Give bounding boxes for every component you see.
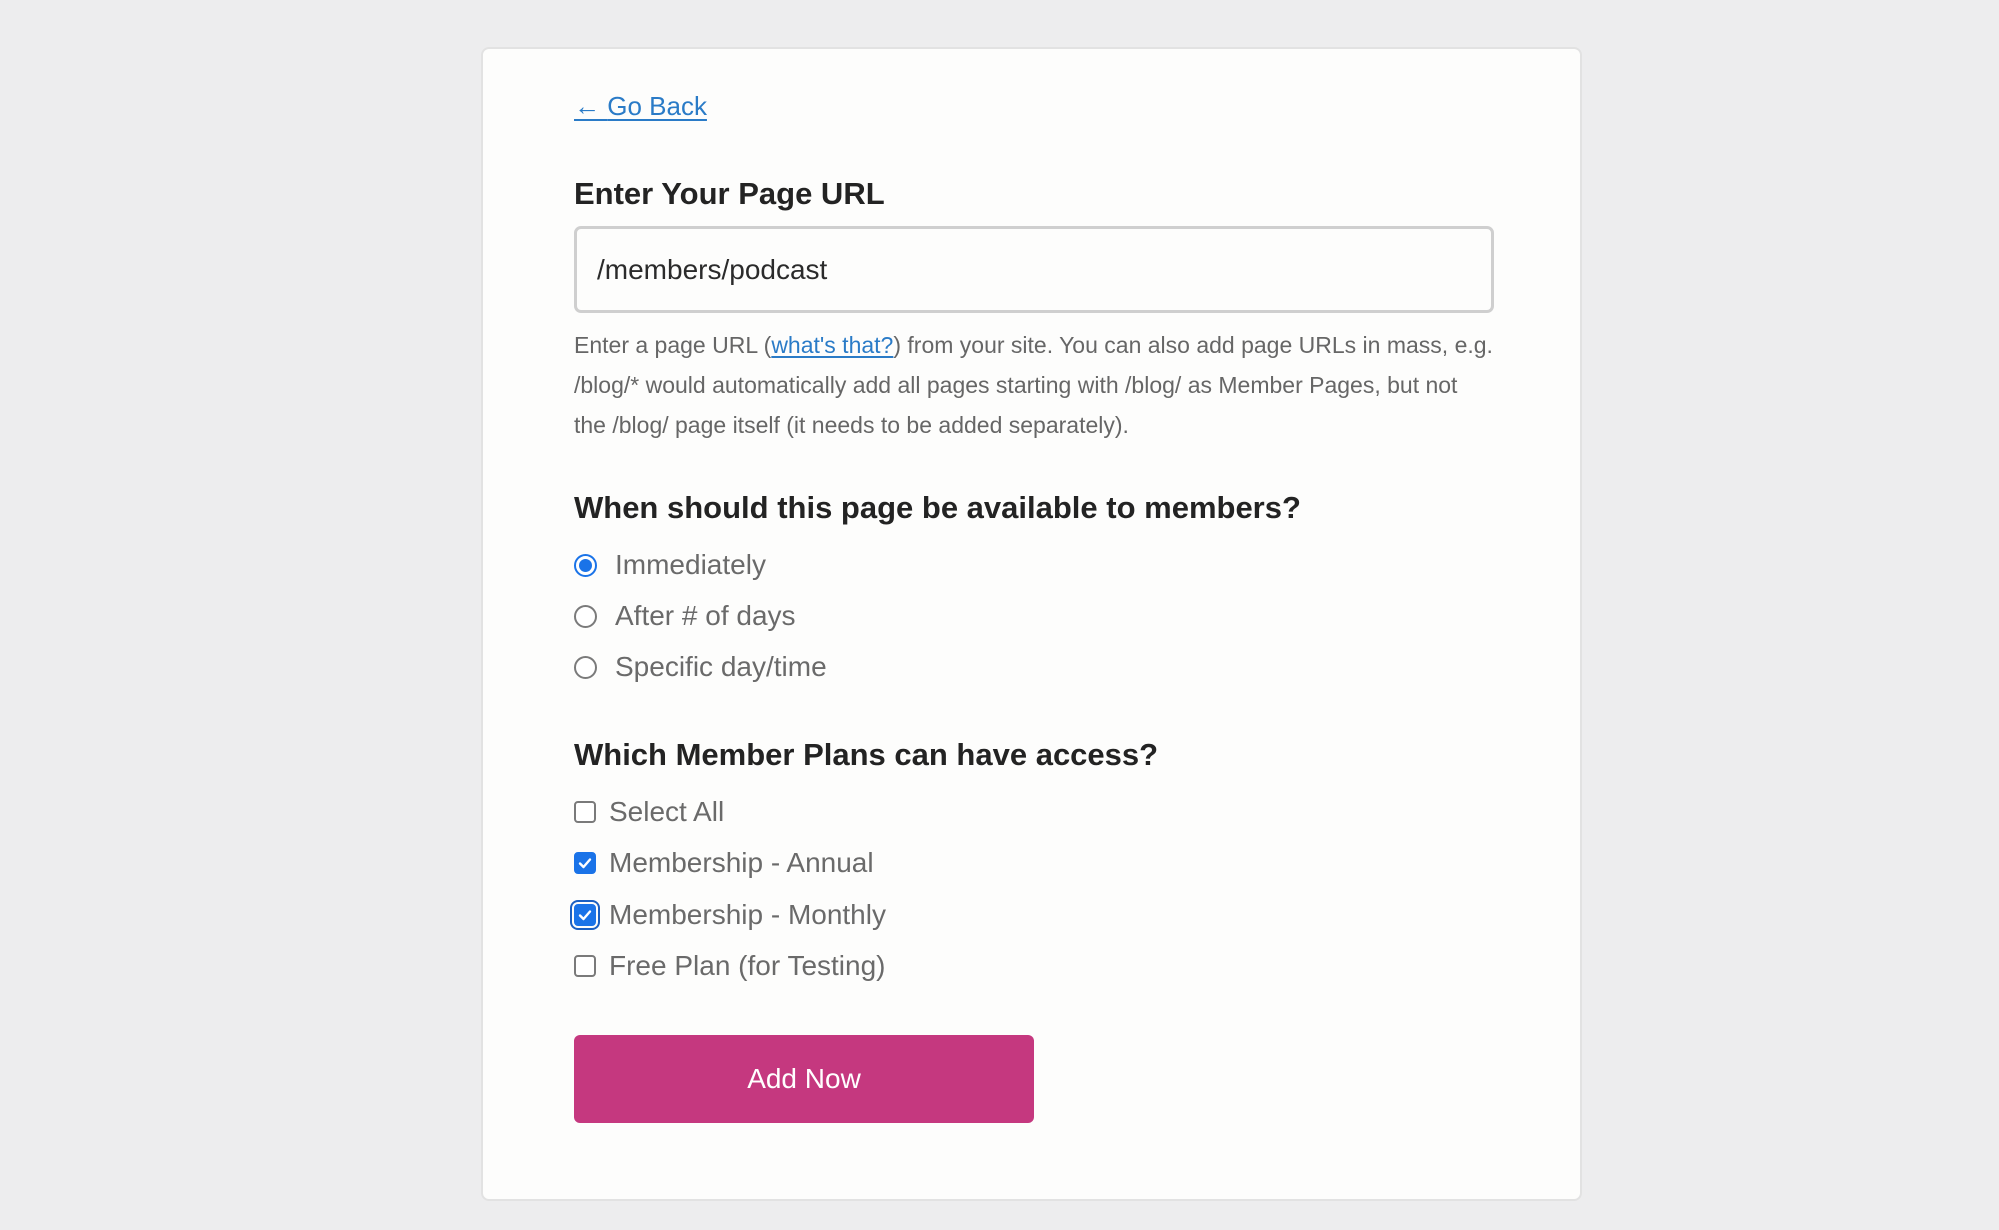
- checkbox-select-all[interactable]: Select All: [574, 792, 724, 832]
- radio-specific-day-time[interactable]: Specific day/time: [574, 647, 827, 687]
- checkbox-membership-monthly[interactable]: Membership - Monthly: [574, 895, 886, 935]
- radio-button[interactable]: [574, 604, 597, 628]
- go-back-link[interactable]: ← Go Back: [574, 91, 707, 122]
- page-url-heading: Enter Your Page URL: [574, 176, 885, 211]
- checkbox[interactable]: [574, 801, 596, 823]
- checkbox-checked[interactable]: [574, 852, 596, 874]
- radio-button-selected[interactable]: [574, 553, 597, 577]
- radio-immediately[interactable]: Immediately: [574, 545, 766, 585]
- arrow-left-icon: ←: [574, 91, 600, 121]
- checkbox-checked-focused[interactable]: [574, 904, 596, 926]
- add-member-page-card: ← Go Back Enter Your Page URL Enter a pa…: [481, 47, 1582, 1201]
- checkbox-label: Select All: [609, 796, 725, 827]
- go-back-label: Go Back: [607, 91, 707, 121]
- help-text-start: Enter a page URL (: [574, 332, 772, 358]
- page-url-help-text: Enter a page URL (what's that?) from you…: [574, 325, 1494, 445]
- radio-button[interactable]: [574, 655, 597, 679]
- checkmark-icon: [578, 858, 592, 869]
- checkbox-label: Free Plan (for Testing): [609, 950, 886, 981]
- availability-heading: When should this page be available to me…: [574, 490, 1301, 525]
- radio-label: Specific day/time: [615, 651, 827, 682]
- checkbox-label: Membership - Annual: [609, 847, 874, 878]
- radio-label: After # of days: [615, 600, 796, 631]
- checkbox[interactable]: [574, 955, 596, 977]
- page-url-input[interactable]: [574, 226, 1494, 313]
- checkmark-icon: [578, 910, 592, 921]
- add-now-button[interactable]: Add Now: [574, 1035, 1034, 1123]
- checkbox-label: Membership - Monthly: [609, 899, 886, 930]
- checkbox-membership-annual[interactable]: Membership - Annual: [574, 843, 874, 883]
- radio-after-days[interactable]: After # of days: [574, 596, 796, 636]
- whats-that-link[interactable]: what's that?: [771, 332, 893, 358]
- member-plans-heading: Which Member Plans can have access?: [574, 737, 1159, 772]
- checkbox-free-plan[interactable]: Free Plan (for Testing): [574, 946, 886, 986]
- radio-label: Immediately: [615, 549, 766, 580]
